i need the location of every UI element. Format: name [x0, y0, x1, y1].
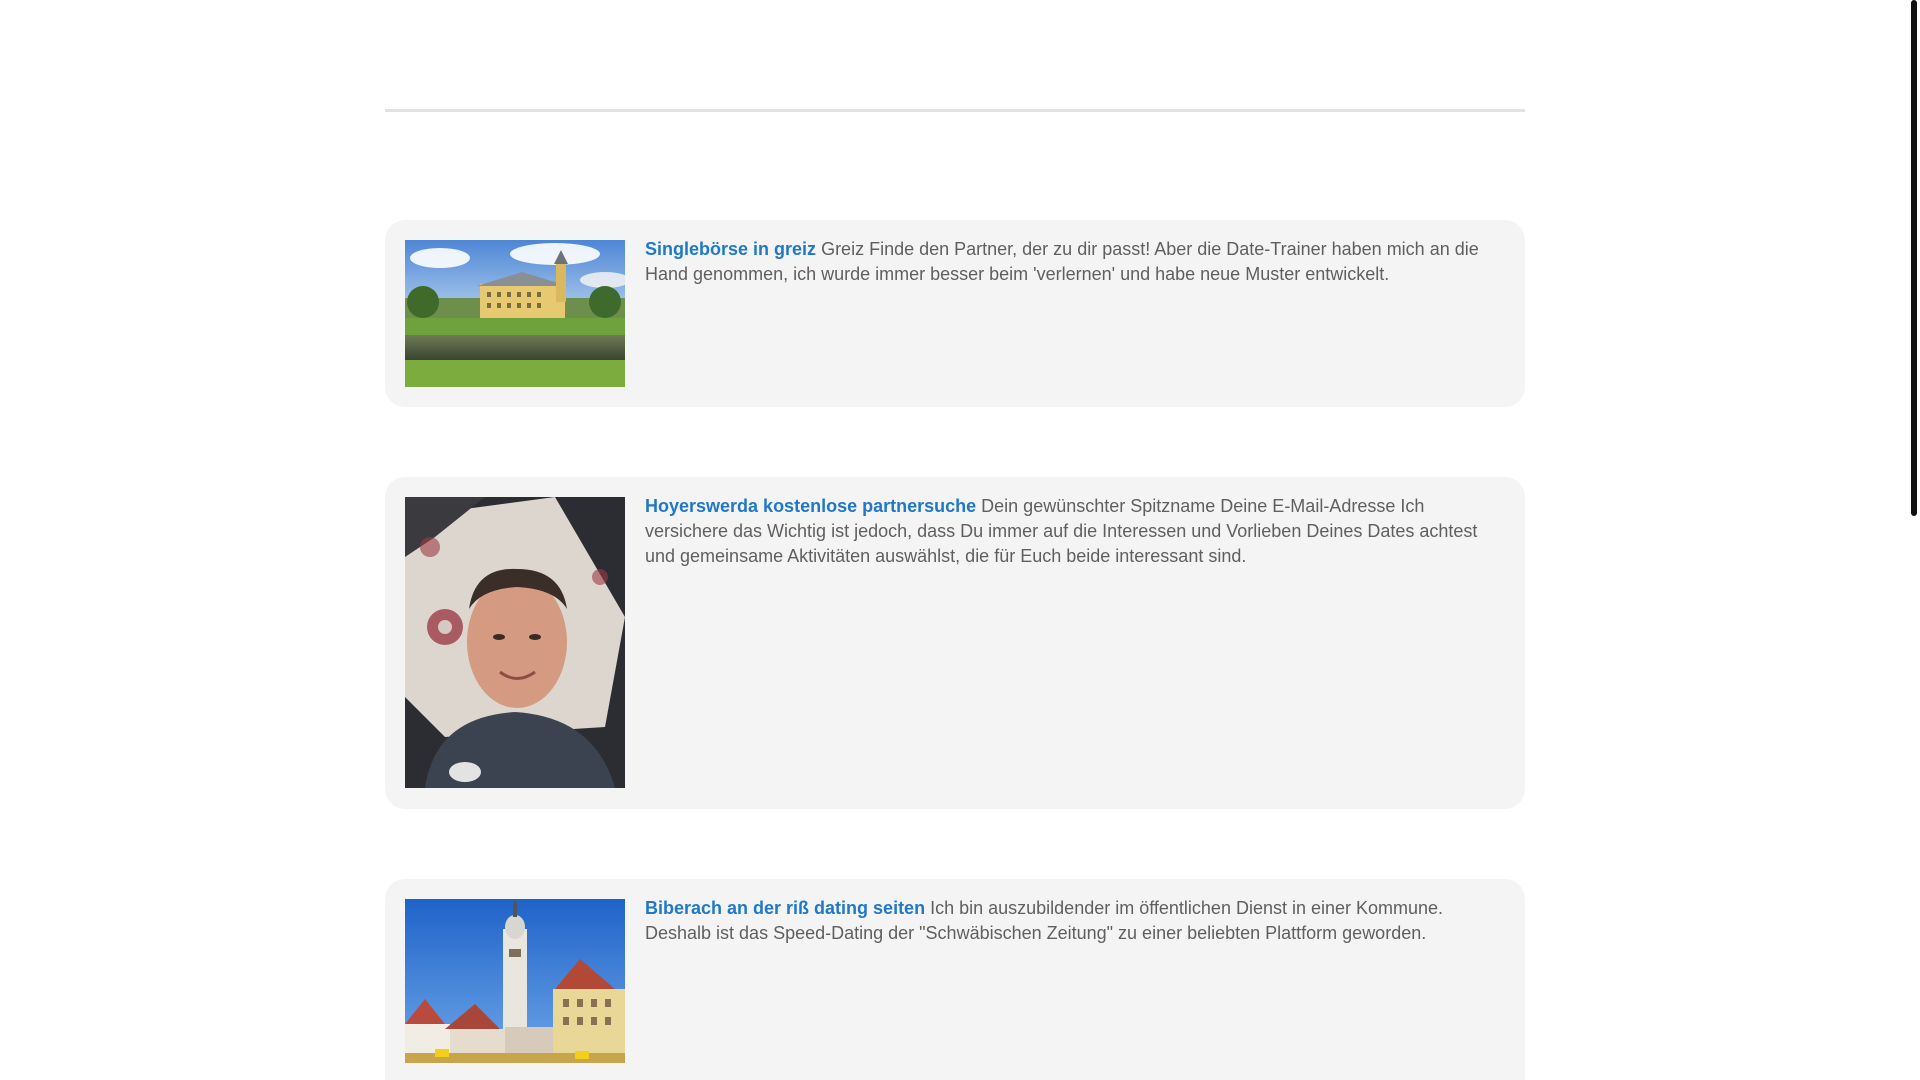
post-card-hoyerswerda: Hoyerswerda kostenlose partnersuche Dein… — [385, 477, 1525, 809]
header-divider — [385, 109, 1525, 112]
post-text-biberach: Biberach an der riß dating seiten Ich bi… — [645, 896, 1500, 946]
page: Singlebörse in greiz Greiz Finde den Par… — [0, 0, 1920, 1080]
post-thumbnail-greiz-castle[interactable] — [405, 240, 625, 387]
scrollbar-thumb[interactable] — [1911, 0, 1917, 516]
post-text-greiz: Singlebörse in greiz Greiz Finde den Par… — [645, 237, 1500, 287]
post-card-greiz: Singlebörse in greiz Greiz Finde den Par… — [385, 220, 1525, 407]
post-title-link-biberach[interactable]: Biberach an der riß dating seiten — [645, 898, 925, 918]
post-title-link-greiz[interactable]: Singlebörse in greiz — [645, 239, 816, 259]
castle-photo-image — [405, 240, 625, 387]
post-thumbnail-biberach-town[interactable] — [405, 899, 625, 1063]
post-card-biberach: Biberach an der riß dating seiten Ich bi… — [385, 879, 1525, 1080]
vertical-scrollbar[interactable] — [1909, 0, 1920, 1080]
post-text-hoyerswerda: Hoyerswerda kostenlose partnersuche Dein… — [645, 494, 1500, 569]
post-title-link-hoyerswerda[interactable]: Hoyerswerda kostenlose partnersuche — [645, 496, 976, 516]
town-photo-image — [405, 899, 625, 1063]
post-thumbnail-hoyerswerda-portrait[interactable] — [405, 497, 625, 788]
portrait-photo-image — [405, 497, 625, 788]
